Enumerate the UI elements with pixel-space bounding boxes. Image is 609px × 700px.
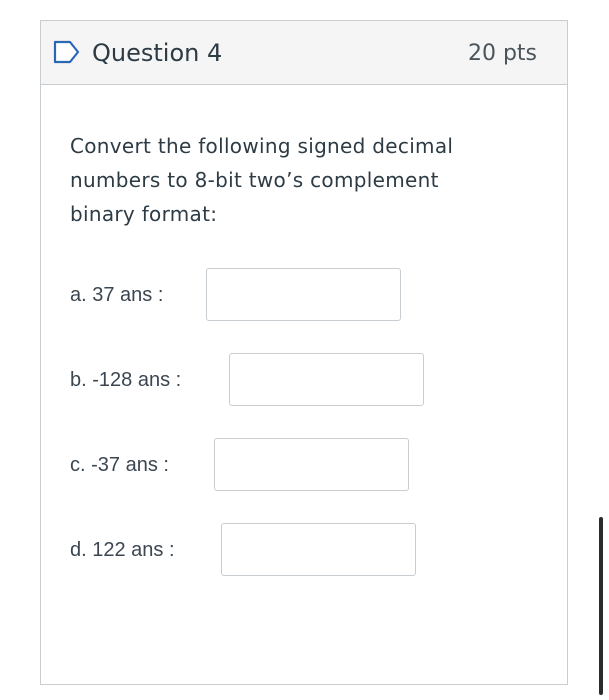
question-header: Question 4 20 pts [41, 21, 567, 85]
scrollbar-thumb[interactable] [599, 517, 603, 695]
question-card: Question 4 20 pts Convert the following … [40, 20, 568, 685]
answer-input-c[interactable] [214, 438, 409, 491]
question-points: 20 pts [467, 41, 537, 66]
answer-label-a: a. 37 ans : [70, 284, 164, 306]
bookmark-flag-icon[interactable] [53, 40, 81, 64]
answer-label-d: d. 122 ans : [70, 539, 175, 561]
answer-label-b: b. -128 ans : [70, 369, 182, 391]
question-prompt: Convert the following signed decimal num… [70, 134, 454, 226]
answer-input-a[interactable] [206, 268, 401, 321]
question-title: Question 4 [92, 39, 223, 67]
answer-input-d[interactable] [221, 523, 416, 576]
answer-label-c: c. -37 ans : [70, 454, 169, 476]
answer-input-b[interactable] [229, 353, 424, 406]
